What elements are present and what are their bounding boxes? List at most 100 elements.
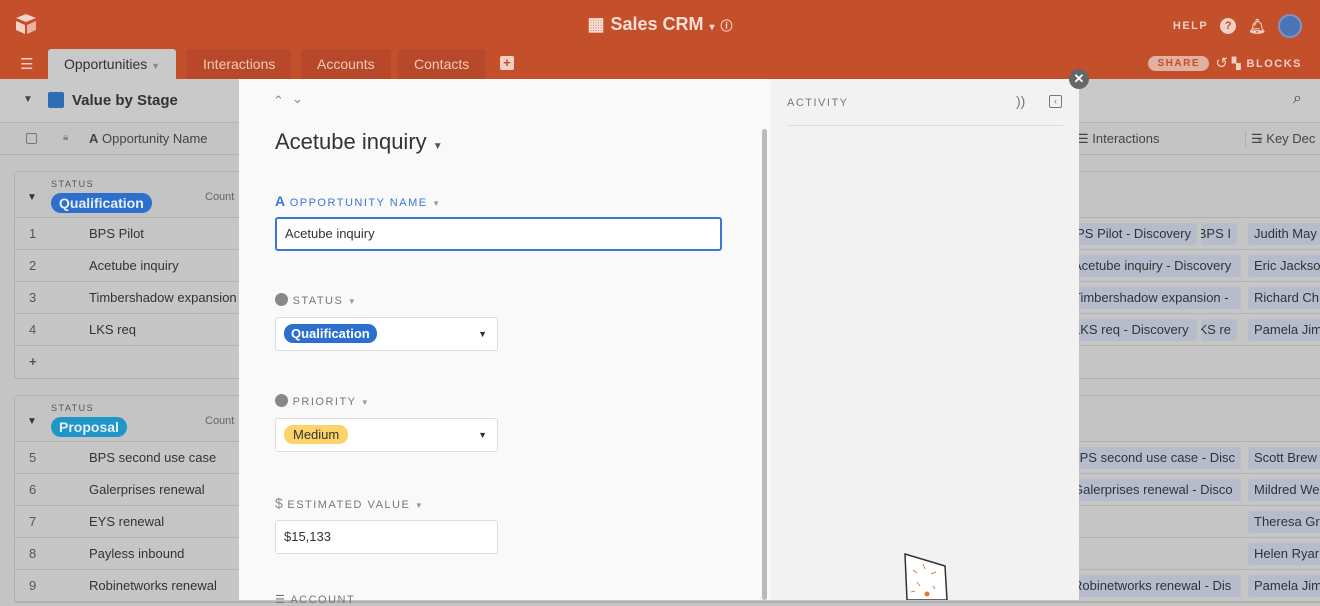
- row-number: 7: [29, 514, 37, 529]
- group-count-label: Count: [205, 415, 235, 427]
- close-modal-button[interactable]: ✕: [1069, 69, 1089, 89]
- priority-select[interactable]: Medium ▼: [275, 418, 498, 452]
- row-number: 2: [29, 258, 37, 273]
- contact-chip[interactable]: Eric Jackso: [1248, 255, 1320, 277]
- view-name[interactable]: Value by Stage: [72, 92, 178, 109]
- opportunity-name-cell[interactable]: Galerprises renewal: [89, 482, 205, 497]
- column-header-key-decision-maker[interactable]: ☰ Key Dec: [1245, 131, 1315, 147]
- select-all-checkbox[interactable]: [26, 133, 37, 144]
- text-field-icon: A: [89, 131, 99, 146]
- contact-chip[interactable]: Helen Ryar: [1248, 543, 1320, 565]
- row-number: 5: [29, 450, 37, 465]
- interaction-chip[interactable]: BPS Pilot - Discovery: [1067, 223, 1197, 245]
- chevron-down-icon: ▾: [709, 22, 715, 33]
- blocks-button[interactable]: ▚ BLOCKS: [1232, 57, 1302, 70]
- record-title[interactable]: Acetube inquiry ▼: [275, 129, 443, 155]
- base-title[interactable]: ▦ Sales CRM ▾ ⓘ: [0, 14, 1320, 35]
- help-link[interactable]: HELP: [1173, 20, 1208, 32]
- group-count-label: Count: [205, 191, 235, 203]
- estimated-value-input[interactable]: $15,133: [275, 520, 498, 554]
- bell-icon[interactable]: 🔔︎: [1248, 18, 1266, 35]
- status-pill: Qualification: [284, 324, 377, 343]
- tab-accounts[interactable]: Accounts: [301, 49, 391, 79]
- contact-chip[interactable]: Judith May: [1248, 223, 1320, 245]
- share-button[interactable]: SHARE: [1148, 56, 1209, 71]
- field-label-opportunity-name[interactable]: A OPPORTUNITY NAME ▼: [275, 193, 442, 209]
- tab-interactions[interactable]: Interactions: [187, 49, 292, 79]
- interaction-chip[interactable]: LKS req - Discovery: [1067, 319, 1197, 341]
- collapse-group-icon[interactable]: ▼: [27, 192, 37, 203]
- opportunity-name-cell[interactable]: Timbershadow expansion: [89, 290, 237, 305]
- opportunity-name-cell[interactable]: EYS renewal: [89, 514, 164, 529]
- contact-chip[interactable]: Pamela Jim: [1248, 575, 1320, 597]
- contact-chip[interactable]: Theresa Gr: [1248, 511, 1320, 533]
- empty-activity-illustration: [904, 552, 948, 600]
- history-icon[interactable]: ↺: [1215, 54, 1228, 72]
- opportunity-name-cell[interactable]: Payless inbound: [89, 546, 184, 561]
- column-header-interactions[interactable]: ☰ Interactions ▼: [1077, 131, 1264, 147]
- chevron-down-icon: ▼: [478, 430, 487, 440]
- next-record-icon[interactable]: ⌄: [292, 91, 303, 107]
- chevron-down-icon: ▼: [151, 61, 161, 71]
- search-icon[interactable]: ⌕: [1293, 90, 1302, 108]
- contact-chip[interactable]: Richard Ch: [1248, 287, 1320, 309]
- chevron-down-icon: ▼: [478, 329, 487, 339]
- grid-view-icon: [48, 92, 64, 108]
- interaction-chip[interactable]: BPS second use case - Disc: [1067, 447, 1241, 469]
- group-status-pill: Proposal: [51, 417, 127, 437]
- collapse-panel-icon[interactable]: ‹: [1049, 95, 1062, 108]
- row-number: 3: [29, 290, 37, 305]
- menu-icon[interactable]: ☰: [20, 55, 33, 73]
- table-tabs: ☰ Opportunities ▼ Interactions Accounts …: [0, 48, 1320, 79]
- group-field-label: STATUS: [51, 179, 95, 189]
- base-icon: ▦: [587, 14, 605, 34]
- scrollbar[interactable]: [762, 129, 767, 600]
- opportunity-name-cell[interactable]: BPS second use case: [89, 450, 216, 465]
- interaction-chip[interactable]: BPS I: [1201, 223, 1237, 245]
- status-select[interactable]: Qualification ▼: [275, 317, 498, 351]
- lock-icon: 🔒︎: [63, 132, 69, 143]
- interaction-chip[interactable]: Timbershadow expansion -: [1067, 287, 1241, 309]
- contact-chip[interactable]: Pamela Jim: [1248, 319, 1320, 341]
- help-icon[interactable]: ?: [1220, 18, 1237, 34]
- activity-title: ACTIVITY: [787, 97, 849, 109]
- collapse-icon[interactable]: ▼: [23, 94, 33, 105]
- text-field-icon: A: [275, 193, 286, 209]
- activity-panel: ACTIVITY )) ‹: [770, 79, 1079, 600]
- avatar[interactable]: [1278, 14, 1302, 38]
- tab-opportunities[interactable]: Opportunities ▼: [48, 49, 177, 79]
- collapse-group-icon[interactable]: ▼: [27, 416, 37, 427]
- chevron-down-icon: ▼: [432, 141, 443, 152]
- interaction-chip[interactable]: Robinetworks renewal - Dis: [1067, 575, 1241, 597]
- contact-chip[interactable]: Scott Brew: [1248, 447, 1320, 469]
- row-number: 4: [29, 322, 37, 337]
- tab-contacts[interactable]: Contacts: [398, 49, 486, 79]
- opportunity-name-cell[interactable]: BPS Pilot: [89, 226, 144, 241]
- add-table-icon[interactable]: +: [500, 56, 514, 70]
- rss-feed-icon[interactable]: )): [1016, 93, 1025, 109]
- record-modal: ⌃ ⌄ Acetube inquiry ▼ A OPPORTUNITY NAME…: [239, 79, 1079, 606]
- field-label-priority[interactable]: PRIORITY ▼: [275, 394, 370, 408]
- group-status-pill: Qualification: [51, 193, 152, 213]
- interaction-chip[interactable]: LKS re: [1201, 319, 1237, 341]
- row-number: 6: [29, 482, 37, 497]
- single-select-icon: [275, 394, 288, 407]
- opportunity-name-cell[interactable]: LKS req: [89, 322, 136, 337]
- opportunity-name-cell[interactable]: Robinetworks renewal: [89, 578, 217, 593]
- interaction-chip[interactable]: Acetube inquiry - Discovery: [1067, 255, 1241, 277]
- single-select-icon: [275, 293, 288, 306]
- field-label-status[interactable]: STATUS ▼: [275, 293, 357, 307]
- divider: [787, 125, 1063, 126]
- interaction-chip[interactable]: Galerprises renewal - Disco: [1067, 479, 1241, 501]
- column-header-name[interactable]: A Opportunity Name: [89, 131, 208, 146]
- group-field-label: STATUS: [51, 403, 95, 413]
- opportunity-name-cell[interactable]: Acetube inquiry: [89, 258, 179, 273]
- opportunity-name-input[interactable]: Acetube inquiry: [275, 217, 722, 251]
- previous-record-icon[interactable]: ⌃: [273, 93, 284, 109]
- contact-chip[interactable]: Mildred We: [1248, 479, 1320, 501]
- field-label-estimated-value[interactable]: $ ESTIMATED VALUE ▼: [275, 495, 424, 511]
- currency-icon: $: [275, 495, 283, 511]
- info-icon[interactable]: ⓘ: [721, 19, 733, 33]
- priority-pill: Medium: [284, 425, 349, 444]
- blocks-icon: ▚: [1232, 58, 1247, 70]
